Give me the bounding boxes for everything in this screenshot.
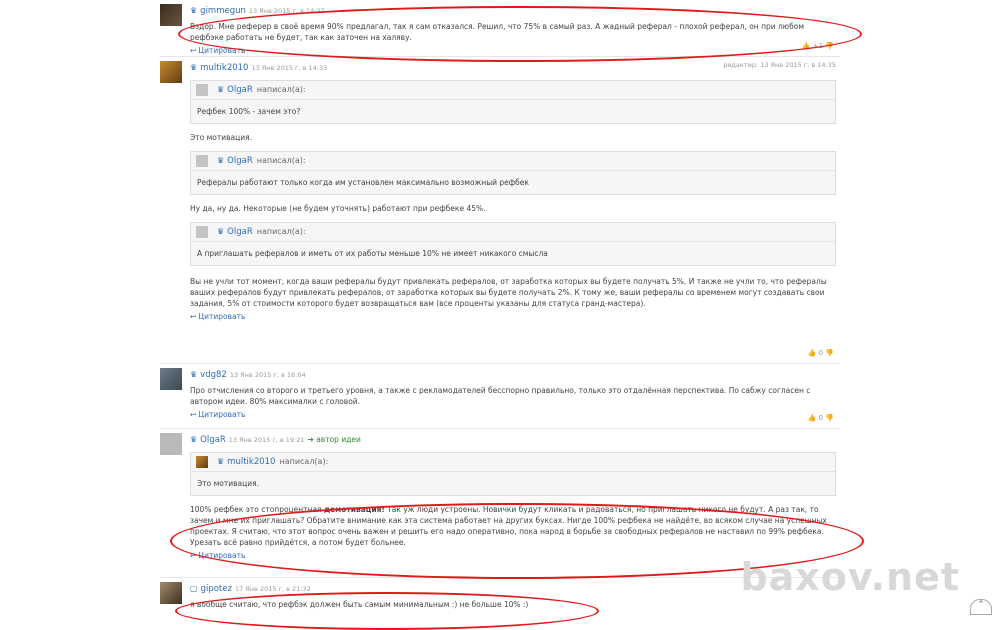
wrote-label: написал(а):: [256, 156, 306, 165]
crown-icon: ♛: [217, 227, 225, 236]
quote-header: ♛ OlgaR написал(а):: [191, 81, 835, 100]
avatar[interactable]: [160, 582, 182, 604]
thumb-up-icon[interactable]: 👍: [808, 349, 817, 357]
reply-icon: ↩: [190, 46, 197, 55]
quote-username[interactable]: OlgaR: [227, 227, 253, 237]
author-badge: ➔ автор идеи: [307, 435, 361, 444]
edited-note: редактир: 13 Янв 2015 г, в 14:35: [723, 61, 836, 69]
username-link[interactable]: OlgaR: [200, 435, 226, 445]
comment-post: ♛ multik2010 13 Янв 2015 г, в 14:33 редакт…: [160, 57, 840, 364]
thumb-down-icon[interactable]: 👎: [825, 349, 834, 357]
avatar[interactable]: [160, 61, 182, 83]
quote-username[interactable]: OlgaR: [227, 85, 253, 95]
post-meta: ♛ OlgaR 13 Янв 2015 г, в 19:21 ➔ автор идеи: [190, 433, 840, 447]
post-date: 13 Янв 2015 г, в 14:33: [251, 64, 328, 72]
crown-icon: ♛: [190, 63, 198, 72]
post-text: Про отчисления со второго и третьего уро…: [190, 386, 811, 406]
quote-text: А приглашать рефералов и иметь от их раб…: [197, 249, 548, 258]
username-link[interactable]: gipotez: [201, 584, 232, 594]
post-text: Вы не учли тот момент, когда ваши рефера…: [190, 277, 827, 308]
wrote-label: написал(а):: [279, 457, 329, 466]
quote-text: Это мотивация.: [197, 479, 259, 488]
thumb-down-icon[interactable]: 👎: [825, 414, 834, 422]
quote-button[interactable]: ↩ Цитировать: [190, 312, 840, 321]
wrote-label: написал(а):: [256, 85, 306, 94]
quote-block: ♛ OlgaR написал(а): Рефералы работают толь…: [190, 151, 836, 195]
post-text: Это мотивация.: [190, 133, 252, 142]
crown-icon: ♛: [217, 85, 225, 94]
vote-count: 0: [818, 414, 824, 422]
reply-icon: ↩: [190, 312, 197, 321]
avatar[interactable]: [160, 433, 182, 455]
post-date: 17 Янв 2015 г, в 21:32: [234, 585, 311, 593]
quote-avatar: [196, 226, 208, 238]
quote-block: ♛ multik2010 написал(а): Это мотивация.: [190, 452, 836, 496]
crown-icon: ♛: [217, 457, 225, 466]
quote-text: Рефералы работают только когда им устано…: [197, 178, 529, 187]
username-link[interactable]: multik2010: [200, 63, 248, 73]
username-link[interactable]: gimmegun: [200, 6, 246, 16]
avatar[interactable]: [160, 4, 182, 26]
quote-label: Цитировать: [198, 312, 246, 321]
highlight-ellipse: [178, 6, 862, 62]
quote-avatar: [196, 84, 208, 96]
crown-icon: ♛: [217, 156, 225, 165]
highlight-ellipse: [175, 592, 599, 630]
quote-header: ♛ multik2010 написал(а):: [191, 453, 835, 472]
vote-controls: 👍 0 👎: [808, 349, 834, 357]
quote-username[interactable]: multik2010: [227, 457, 275, 467]
quote-username[interactable]: OlgaR: [227, 156, 253, 166]
square-icon: ▢: [190, 584, 198, 593]
vote-count: 0: [818, 349, 824, 357]
quote-header: ♛ OlgaR написал(а):: [191, 152, 835, 171]
vote-controls: 👍 0 👎: [808, 414, 834, 422]
post-text: Ну да, ну да. Некоторые (не будем уточня…: [190, 204, 486, 213]
crown-icon: ♛: [190, 6, 198, 15]
post-date: 13 Янв 2015 г, в 19:21: [228, 436, 305, 444]
scroll-top-icon[interactable]: ⌃: [970, 599, 992, 615]
quote-label: Цитировать: [198, 410, 246, 419]
avatar[interactable]: [160, 368, 182, 390]
comment-post: ♛ vdg82 13 Янв 2015 г, в 16:04 Про отчисле…: [160, 364, 840, 429]
quote-block: ♛ OlgaR написал(а): Рефбек 100% - зачем эт…: [190, 80, 836, 124]
reply-icon: ↩: [190, 410, 197, 419]
quote-block: ♛ OlgaR написал(а): А приглашать рефералов…: [190, 222, 836, 266]
crown-icon: ♛: [190, 435, 198, 444]
post-date: 13 Янв 2015 г, в 16:04: [229, 371, 306, 379]
quote-avatar: [196, 155, 208, 167]
author-label: автор идеи: [316, 435, 361, 444]
quote-avatar: [196, 456, 208, 468]
thumb-up-icon[interactable]: 👍: [808, 414, 817, 422]
wrote-label: написал(а):: [256, 227, 306, 236]
crown-icon: ♛: [190, 370, 198, 379]
quote-button[interactable]: ↩ Цитировать: [190, 410, 840, 419]
quote-text: Рефбек 100% - зачем это?: [197, 107, 301, 116]
username-link[interactable]: vdg82: [200, 370, 227, 380]
watermark: baxov.net: [740, 555, 960, 599]
post-meta: ♛ vdg82 13 Янв 2015 г, в 16:04: [190, 368, 840, 382]
quote-header: ♛ OlgaR написал(а):: [191, 223, 835, 242]
